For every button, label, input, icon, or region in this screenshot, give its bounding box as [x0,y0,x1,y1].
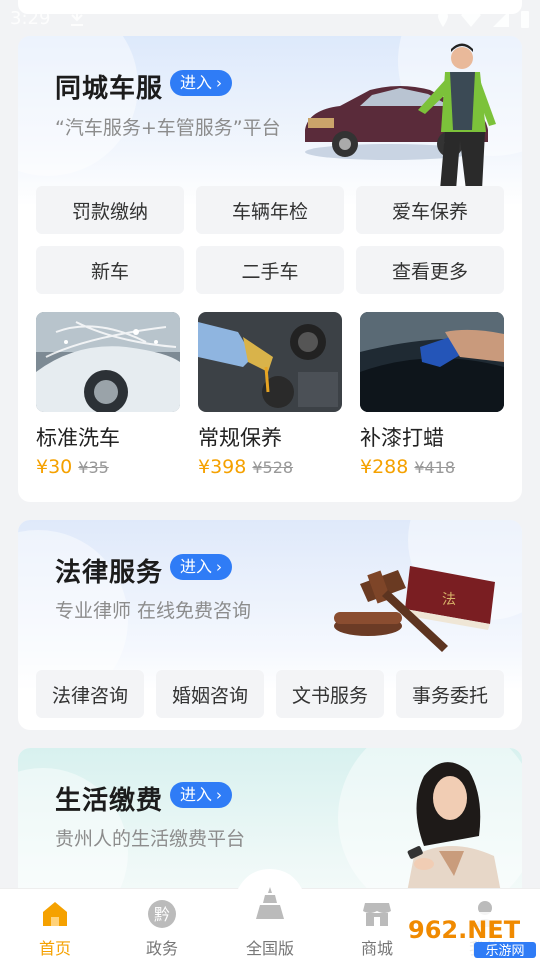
legal-enter-label: 进入 [180,557,213,576]
service-name: 补漆打蜡 [360,426,444,450]
utility-card-subtitle: 贵州人的生活缴费平台 [55,828,246,850]
legal-card-title: 法律服务 [55,558,164,588]
chevron-right-icon: › [216,786,223,804]
watermark-text: 962.NET [408,916,521,944]
service-item-wash[interactable]: 标准洗车 ¥30 ¥35 [36,312,180,478]
book-title-text: 法 [442,592,456,608]
tab-national[interactable]: 全国版 [225,869,315,960]
service-name: 常规保养 [198,426,282,450]
quick-btn-maintenance[interactable]: 爱车保养 [356,186,504,234]
service-orig-price: ¥35 [78,458,109,477]
previous-card-edge [18,0,522,14]
tab-home-label: 首页 [38,939,71,958]
pagoda-icon [256,887,284,919]
utility-enter-label: 进入 [180,785,213,804]
car-enter-label: 进入 [180,73,213,92]
quick-btn-fines[interactable]: 罚款缴纳 [36,186,184,234]
legal-service-card: 法律服务 进入 › 专业律师 在线免费咨询 法 法律咨询 婚姻咨询 文书服务 事务… [18,520,522,730]
legal-btn-marriage[interactable]: 婚姻咨询 [156,670,264,718]
store-icon [363,903,391,926]
quick-btn-more[interactable]: 查看更多 [356,246,504,294]
watermark-subtext: 乐游网 [485,944,524,959]
tab-national-label: 全国版 [245,939,294,958]
gavel-book-illustration: 法 [334,566,495,652]
watermark-logo: 962.NET 乐游网 [402,912,540,959]
car-wax-image [360,312,504,412]
legal-enter-button[interactable]: 进入 › [170,554,233,580]
site-watermark: 962.NET 乐游网 [402,908,540,960]
legal-btn-documents[interactable]: 文书服务 [276,670,384,718]
chevron-right-icon: › [216,558,223,576]
home-icon [43,902,67,926]
car-wash-image [36,312,180,412]
service-price: ¥30 [36,456,73,478]
car-card-title: 同城车服 [55,74,164,104]
quick-btn-new-car[interactable]: 新车 [36,246,184,294]
gov-seal-icon: 黔 [148,900,176,928]
legal-card-subtitle: 专业律师 在线免费咨询 [55,600,252,622]
car-promo-illustration [305,43,496,190]
service-orig-price: ¥528 [252,458,294,477]
service-item-maintenance[interactable]: 常规保养 ¥398 ¥528 [198,312,342,478]
battery-icon [521,11,529,28]
car-service-card: 同城车服 进入 › “汽车服务+车管服务”平台 罚款缴纳 车辆年检 爱车保养 新车… [18,36,522,502]
utility-card-title: 生活缴费 [55,786,164,816]
quick-btn-used-car[interactable]: 二手车 [196,246,344,294]
gov-seal-text: 黔 [154,905,170,924]
service-name: 标准洗车 [36,426,120,450]
tab-government[interactable]: 黔 政务 [117,889,207,960]
quick-btn-inspection[interactable]: 车辆年检 [196,186,344,234]
utility-enter-button[interactable]: 进入 › [170,782,233,808]
woman-phone-illustration [404,762,504,908]
oil-change-image [198,312,342,412]
legal-btn-delegation[interactable]: 事务委托 [396,670,504,718]
car-enter-button[interactable]: 进入 › [170,70,233,96]
service-price: ¥288 [360,456,409,478]
service-item-wax[interactable]: 补漆打蜡 ¥288 ¥418 [360,312,504,478]
legal-btn-consult[interactable]: 法律咨询 [36,670,144,718]
tab-government-label: 政务 [145,939,178,958]
car-card-subtitle: “汽车服务+车管服务”平台 [55,117,281,139]
tab-home[interactable]: 首页 [10,889,100,960]
chevron-right-icon: › [216,74,223,92]
service-price: ¥398 [198,456,247,478]
service-orig-price: ¥418 [414,458,456,477]
